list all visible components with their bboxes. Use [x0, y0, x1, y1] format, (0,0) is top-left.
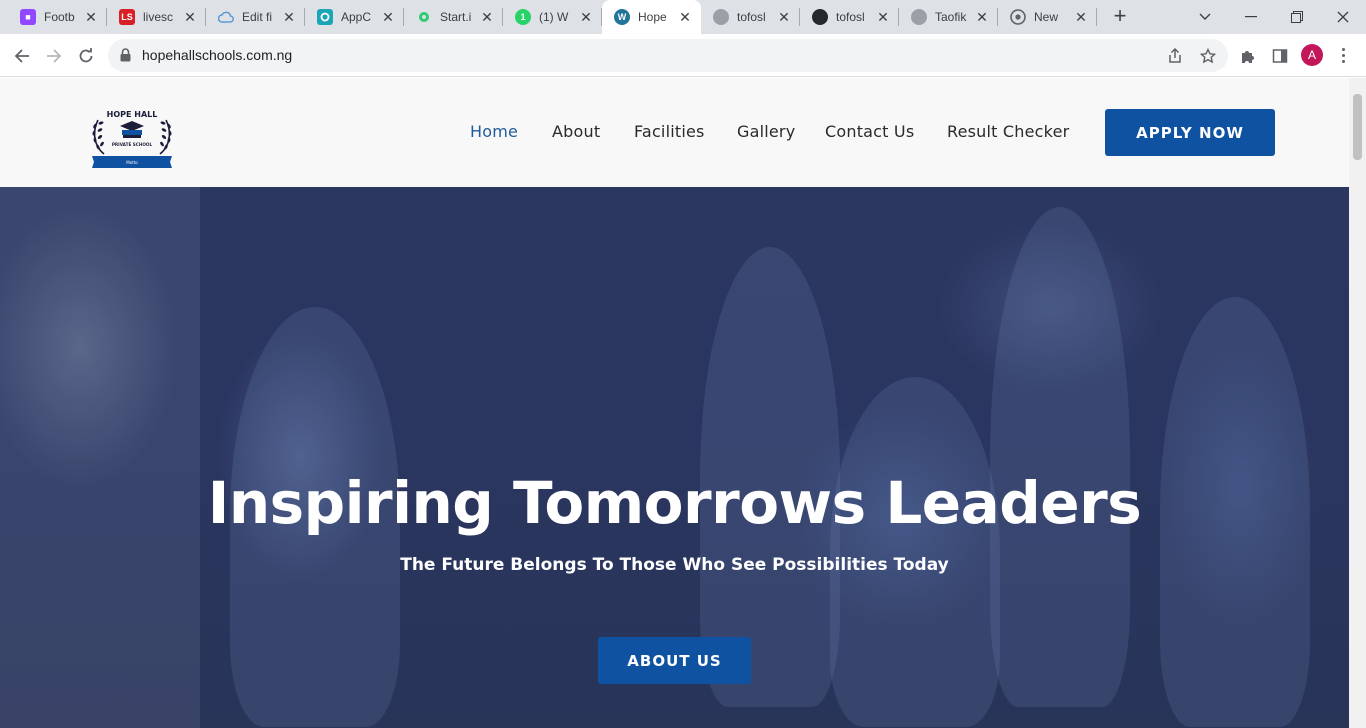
nav-contact-us[interactable]: Contact Us	[825, 122, 914, 141]
close-tab-icon[interactable]: ✕	[479, 9, 495, 25]
globe-icon	[911, 9, 927, 25]
profile-avatar[interactable]: A	[1301, 44, 1323, 66]
hero-subtitle: The Future Belongs To Those Who See Poss…	[400, 555, 949, 575]
logo-ribbon-text: Motto	[126, 160, 138, 165]
hero-title: Inspiring Tomorrows Leaders	[207, 469, 1142, 537]
page-viewport: HOPE HALL PRIVATE SCHOOL Motto Home Abou…	[0, 78, 1366, 728]
logo-top-text: HOPE HALL	[107, 110, 158, 119]
minimize-button[interactable]	[1228, 0, 1274, 34]
nav-home[interactable]: Home	[470, 122, 518, 141]
browser-tab[interactable]: 1 (1) W ✕	[503, 0, 602, 34]
close-icon	[1337, 11, 1349, 23]
close-tab-icon[interactable]: ✕	[1073, 9, 1089, 25]
site-header: HOPE HALL PRIVATE SCHOOL Motto Home Abou…	[0, 78, 1349, 187]
tab-title: Footb	[44, 10, 75, 24]
tab-title: Hope	[638, 10, 667, 24]
restore-icon	[1291, 11, 1303, 23]
tab-title: tofosl	[836, 10, 865, 24]
apply-now-button[interactable]: APPLY NOW	[1105, 109, 1275, 156]
nav-about[interactable]: About	[552, 122, 600, 141]
hero-background-figure	[830, 377, 1000, 727]
nav-gallery[interactable]: Gallery	[737, 122, 795, 141]
close-tab-icon[interactable]: ✕	[182, 9, 198, 25]
globe-icon	[713, 9, 729, 25]
tab-title: New	[1034, 10, 1059, 24]
hero-background-figure	[990, 207, 1130, 707]
browser-tab[interactable]: LS livesc ✕	[107, 0, 206, 34]
tab-separator	[1096, 8, 1097, 26]
bookmark-star-icon[interactable]	[1199, 47, 1217, 65]
lock-icon[interactable]	[120, 48, 131, 67]
close-tab-icon[interactable]: ✕	[83, 9, 99, 25]
browser-tab[interactable]: Edit fi ✕	[206, 0, 305, 34]
tab-title: (1) W	[539, 10, 569, 24]
whatsapp-icon: 1	[515, 9, 531, 25]
nav-result-checker[interactable]: Result Checker	[947, 122, 1069, 141]
hero-section: Inspiring Tomorrows Leaders The Future B…	[0, 187, 1349, 728]
reload-icon	[79, 48, 93, 63]
reload-button[interactable]	[72, 42, 100, 70]
side-panel-icon[interactable]	[1269, 45, 1291, 67]
close-tab-icon[interactable]: ✕	[974, 9, 990, 25]
close-tab-icon[interactable]: ✕	[380, 9, 396, 25]
tab-title: Start.i	[440, 10, 472, 24]
new-tab-button[interactable]: +	[1108, 5, 1132, 29]
browser-tab[interactable]: ■ Footb ✕	[8, 0, 107, 34]
browser-tab-active[interactable]: W Hope ✕	[602, 0, 701, 34]
chrome-icon	[1010, 9, 1026, 25]
tab-title: AppC	[341, 10, 372, 24]
back-button[interactable]	[8, 42, 36, 70]
tab-title: tofosl	[737, 10, 766, 24]
close-window-button[interactable]	[1320, 0, 1366, 34]
livescore-icon: LS	[119, 9, 135, 25]
more-menu-icon[interactable]	[1332, 44, 1354, 66]
minimize-icon	[1245, 16, 1257, 18]
close-tab-icon[interactable]: ✕	[578, 9, 594, 25]
github-icon	[812, 9, 828, 25]
close-tab-icon[interactable]: ✕	[875, 9, 891, 25]
forward-button[interactable]	[40, 42, 68, 70]
browser-tab[interactable]: AppC ✕	[305, 0, 404, 34]
browser-tab[interactable]: Start.i ✕	[404, 0, 503, 34]
tab-strip: ■ Footb ✕ LS livesc ✕ Edit fi ✕ AppC ✕ S…	[0, 0, 1366, 34]
appcircle-icon	[317, 9, 333, 25]
browser-tab[interactable]: New ✕	[998, 0, 1097, 34]
browser-tab[interactable]: tofosl ✕	[701, 0, 800, 34]
close-tab-icon[interactable]: ✕	[677, 9, 693, 25]
arrow-left-icon	[14, 49, 29, 63]
tab-title: livesc	[143, 10, 174, 24]
cloud-icon	[218, 9, 234, 25]
share-icon[interactable]	[1166, 47, 1184, 65]
extensions-icon[interactable]	[1237, 45, 1259, 67]
twitch-icon: ■	[20, 9, 36, 25]
tab-search-button[interactable]	[1182, 0, 1228, 34]
wordpress-icon: W	[614, 9, 630, 25]
browser-tab[interactable]: tofosl ✕	[800, 0, 899, 34]
hero-background-figure	[0, 187, 200, 728]
browser-toolbar: hopehallschools.com.ng A	[0, 34, 1366, 77]
arrow-right-icon	[47, 49, 62, 63]
tab-title: Edit fi	[242, 10, 273, 24]
nav-facilities[interactable]: Facilities	[634, 122, 705, 141]
scrollbar-thumb[interactable]	[1353, 94, 1362, 160]
address-bar[interactable]: hopehallschools.com.ng	[108, 39, 1228, 72]
close-tab-icon[interactable]: ✕	[281, 9, 297, 25]
start-icon	[416, 9, 432, 25]
about-us-button[interactable]: ABOUT US	[598, 637, 751, 684]
restore-button[interactable]	[1274, 0, 1320, 34]
tab-title: Taofik	[935, 10, 967, 24]
page-scrollbar[interactable]	[1349, 78, 1366, 728]
close-tab-icon[interactable]: ✕	[776, 9, 792, 25]
browser-tab[interactable]: Taofik ✕	[899, 0, 998, 34]
url-text[interactable]: hopehallschools.com.ng	[142, 47, 292, 63]
chevron-down-icon	[1199, 13, 1211, 20]
school-logo[interactable]: HOPE HALL PRIVATE SCHOOL Motto	[86, 106, 178, 168]
logo-middle-text: PRIVATE SCHOOL	[112, 142, 153, 147]
